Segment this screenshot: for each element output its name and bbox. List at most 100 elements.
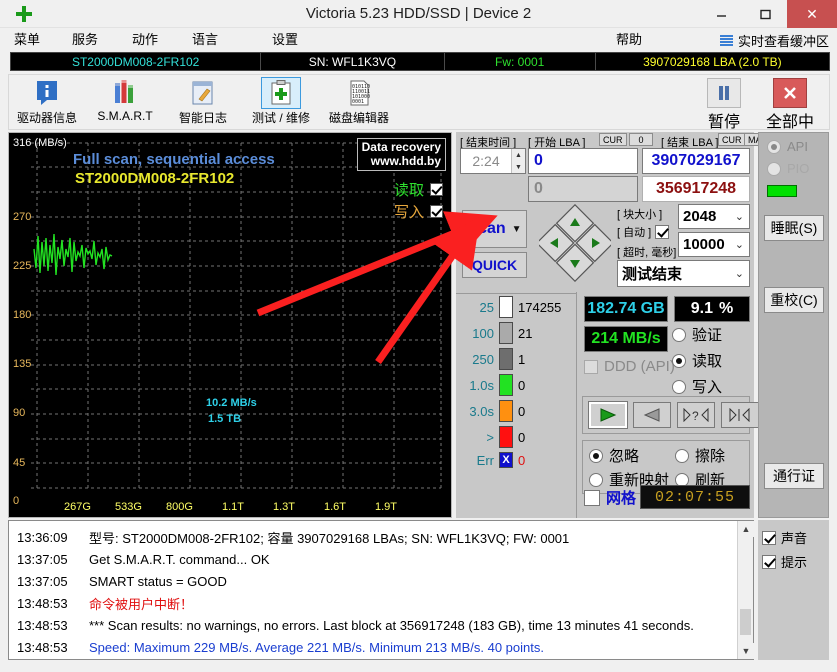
log-scrollbar[interactable]: ▲ ▼ xyxy=(737,521,753,659)
block-count-4: 0 xyxy=(518,404,525,419)
log-text-3: 命令被用户中断！ xyxy=(89,594,193,613)
menu-item-2[interactable]: 动作 xyxy=(128,28,162,52)
scroll-up-icon[interactable]: ▲ xyxy=(738,521,754,537)
api-radio[interactable] xyxy=(767,140,781,154)
graph-title: Full scan, sequential access xyxy=(73,151,275,168)
menu-item-1[interactable]: 服务 xyxy=(68,28,102,52)
divider-vertical xyxy=(576,292,577,518)
stop-all-button[interactable]: 全部中断 xyxy=(761,78,819,128)
start-lba-cur-button[interactable]: CUR xyxy=(599,133,627,146)
auto-checkbox[interactable] xyxy=(655,225,669,239)
play-button[interactable] xyxy=(589,402,627,428)
write-radio[interactable] xyxy=(672,380,686,394)
sleep-button[interactable]: 睡眠(S) xyxy=(764,215,824,241)
block-size-value: 2048 xyxy=(683,208,716,225)
toolbar-button-drive-info[interactable]: 驱动器信息 xyxy=(15,78,79,128)
toolbar-label-4: 磁盘编辑器 xyxy=(327,109,391,126)
toolbar-button-disk-editor[interactable]: 010110 110011 101000 0001 磁盘编辑器 xyxy=(327,78,391,128)
legend-read[interactable]: 读取 xyxy=(394,179,443,200)
hint-checkbox[interactable] xyxy=(762,555,776,569)
scrollbar-thumb[interactable] xyxy=(740,609,751,635)
grid-checkbox[interactable] xyxy=(584,490,600,506)
buffer-view-toggle[interactable]: 实时查看缓冲区 xyxy=(720,28,829,52)
mode-select[interactable]: 测试结束 ⌄ xyxy=(617,260,750,287)
sound-label: 声音 xyxy=(781,528,807,547)
toolbar-button-test-repair[interactable]: 测试 / 维修 xyxy=(249,78,313,128)
erase-radio[interactable] xyxy=(675,449,689,463)
mode-write[interactable]: 写入 xyxy=(672,376,722,397)
end-time-spinner[interactable]: 2:24 ▲▼ xyxy=(460,148,526,174)
log-panel[interactable]: 13:36:09 型号: ST2000DM008-2FR102; 容量 3907… xyxy=(8,520,754,660)
block-swatch-2 xyxy=(499,348,513,370)
legend-read-checkbox[interactable] xyxy=(430,183,443,196)
scan-button-label: Scan xyxy=(467,220,505,238)
ddd-api-checkbox[interactable] xyxy=(584,360,598,374)
pio-radio[interactable] xyxy=(767,162,781,176)
block-threshold-6: Err xyxy=(460,453,494,468)
y-tick-0: 316 (MB/s) xyxy=(13,137,67,149)
log-text-5: Speed: Maximum 229 MB/s. Average 221 MB/… xyxy=(89,640,544,655)
hint-option[interactable]: 提示 xyxy=(762,552,807,571)
api-option[interactable]: API xyxy=(767,139,808,154)
verify-radio[interactable] xyxy=(672,328,686,342)
transport-group: ? xyxy=(582,396,750,434)
pause-button[interactable]: 暂停 xyxy=(697,78,751,128)
block-counts: 25 174255 100 21 250 1 1.0s 0 3.0s xyxy=(460,296,572,468)
ddd-api-row[interactable]: DDD (API) xyxy=(584,358,675,375)
block-size-select[interactable]: 2048 ⌄ xyxy=(678,204,750,229)
log-row: 13:48:53 Speed: Maximum 229 MB/s. Averag… xyxy=(9,636,753,658)
skip-end-button[interactable] xyxy=(721,402,759,428)
error-x-icon: X xyxy=(499,452,513,468)
x-tick-4: 1.1T xyxy=(222,501,244,513)
toolbar: 驱动器信息 S.M.A.R.T 智能日志 xyxy=(8,74,830,130)
close-button[interactable]: ✕ xyxy=(787,0,837,28)
action-erase[interactable]: 擦除 xyxy=(675,445,725,466)
timer-display: 02:07:55 xyxy=(640,485,750,509)
timeout-select[interactable]: 10000 ⌄ xyxy=(678,232,750,257)
toolbar-button-smart[interactable]: S.M.A.R.T xyxy=(93,78,157,128)
minimize-button[interactable] xyxy=(699,0,743,28)
y-tick-7: 0 xyxy=(13,495,19,507)
sound-checkbox[interactable] xyxy=(762,531,776,545)
remap-radio[interactable] xyxy=(589,473,603,487)
legend-write[interactable]: 写入 xyxy=(394,201,443,222)
pio-option[interactable]: PIO xyxy=(767,161,809,176)
scroll-down-icon[interactable]: ▼ xyxy=(738,643,754,659)
sound-option[interactable]: 声音 xyxy=(762,528,807,547)
mode-read[interactable]: 读取 xyxy=(672,350,722,371)
toolbar-button-smart-log[interactable]: 智能日志 xyxy=(171,78,235,128)
ignore-radio[interactable] xyxy=(589,449,603,463)
menu-item-3[interactable]: 语言 xyxy=(188,28,222,52)
y-tick-2: 225 xyxy=(13,260,31,272)
end-time-stepper[interactable]: ▲▼ xyxy=(511,149,525,173)
menu-item-help[interactable]: 帮助 xyxy=(612,28,646,52)
scan-button[interactable]: Scan ▼ xyxy=(462,210,527,248)
mode-verify[interactable]: 验证 xyxy=(672,324,722,345)
toolbar-label-1: S.M.A.R.T xyxy=(93,109,157,123)
action-ignore[interactable]: 忽略 xyxy=(589,445,639,466)
reverse-button[interactable] xyxy=(633,402,671,428)
recal-button[interactable]: 重校(C) xyxy=(764,287,824,313)
annotation-size: 1.5 TB xyxy=(208,413,241,425)
erase-label: 擦除 xyxy=(695,445,725,466)
menu-item-0[interactable]: 菜单 xyxy=(10,28,44,52)
watermark-line2: www.hdd.by xyxy=(362,154,441,168)
auto-row[interactable]: [ 自动 ] xyxy=(617,224,669,240)
start-lba-zero-button[interactable]: 0 xyxy=(629,133,653,146)
grid-toggle-row[interactable]: 网格 xyxy=(584,487,636,508)
passport-button[interactable]: 通行证 xyxy=(764,463,824,489)
legend-write-checkbox[interactable] xyxy=(430,205,443,218)
end-lba-cur-button[interactable]: CUR xyxy=(718,133,746,146)
step-query-button[interactable]: ? xyxy=(677,402,715,428)
y-tick-1: 270 xyxy=(13,211,31,223)
speed-line xyxy=(34,234,112,275)
menu-item-4[interactable]: 设置 xyxy=(268,28,302,52)
read-radio[interactable] xyxy=(672,354,686,368)
svg-text:?: ? xyxy=(692,409,699,422)
quick-button[interactable]: QUICK xyxy=(462,252,527,278)
start-lba-input[interactable]: 0 xyxy=(528,148,638,174)
direction-pad[interactable] xyxy=(539,204,611,282)
maximize-button[interactable] xyxy=(743,0,787,28)
block-row-6: Err X 0 xyxy=(460,452,572,468)
end-lba-input[interactable]: 3907029167 xyxy=(642,148,750,174)
